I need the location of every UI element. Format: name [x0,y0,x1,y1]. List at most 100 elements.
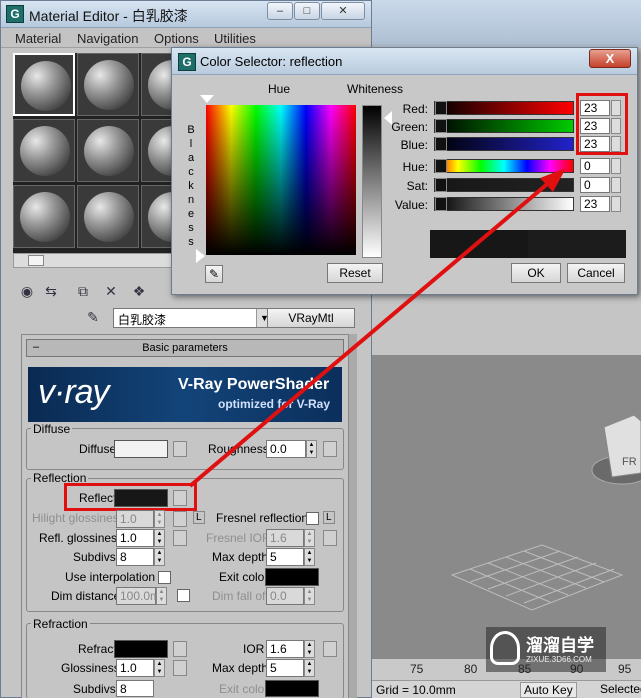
hilight-glossiness-label: Hilight glossiness [32,511,125,525]
reset-map-icon[interactable]: ✕ [101,281,121,301]
minimize-button[interactable]: – [267,2,293,20]
sat-spinner[interactable]: 0 [580,177,621,193]
fresnel-ior-map-button[interactable] [323,530,337,546]
highlight-box [64,483,197,511]
hue-slider[interactable] [434,159,574,173]
refl-gloss-map-button[interactable] [173,530,187,546]
roughness-map-button[interactable] [323,441,337,457]
refract-map-button[interactable] [173,641,187,657]
menu-navigation[interactable]: Navigation [77,31,138,46]
color-selector-titlebar[interactable]: G Color Selector: reflection X [172,48,637,75]
refract-color-swatch[interactable] [114,640,168,658]
get-material-icon[interactable]: ◉ [17,281,37,301]
diffuse-label: Diffuse [79,442,117,456]
use-interpolation-label: Use interpolation [65,570,156,584]
dim-distance-label: Dim distance [51,589,121,603]
hue-header: Hue [268,82,291,96]
value-slider[interactable] [434,197,574,211]
watermark-logo-icon [490,631,520,665]
watermark-brand: 溜溜自学 [526,636,594,655]
refl-glossiness-spinner[interactable]: 1.0 ▲ ▼ [116,529,165,547]
dim-distance-spinner[interactable]: 100.0m ▲ ▼ [116,587,167,605]
dim-distance-checkbox[interactable] [177,589,190,602]
green-slider[interactable] [434,119,574,133]
perspective-viewport[interactable]: FR [372,355,641,658]
dim-falloff-spinner[interactable]: 0.0 ▲ ▼ [266,587,315,605]
panel-scrollbar[interactable] [349,334,357,698]
basic-parameters-rollout[interactable]: – Basic parameters [26,339,344,357]
menu-utilities[interactable]: Utilities [214,31,256,46]
refraction-glossiness-spinner[interactable]: 1.0 ▲ ▼ [116,659,165,677]
selected-dropdown[interactable]: Selected [600,682,641,696]
sample-slot[interactable] [77,119,139,182]
hilight-lock-button[interactable]: L [193,511,205,524]
red-slider[interactable] [434,101,574,115]
highlight-box [576,93,628,155]
refraction-max-depth-spinner[interactable]: 5 ▲ ▼ [266,659,315,677]
refraction-gloss-map-button[interactable] [173,660,187,676]
put-to-scene-icon[interactable]: ⇆ [41,281,61,301]
pick-material-eyedropper-icon[interactable]: ✎ [83,307,103,327]
menu-material[interactable]: Material [15,31,61,46]
rollout-title: Basic parameters [142,342,228,354]
auto-key-button[interactable]: Auto Key [520,682,577,698]
view-cube[interactable]: FR [591,414,641,485]
refract-label: Refract [78,642,117,656]
ruler-tick: 80 [464,662,478,676]
fresnel-lock-button[interactable]: L [323,511,335,524]
reset-button[interactable]: Reset [327,263,383,283]
maximize-button[interactable]: □ [294,2,320,20]
diffuse-map-button[interactable] [173,441,187,457]
value-spinner[interactable]: 23 [580,196,621,212]
close-button[interactable]: X [589,49,631,68]
blackness-pointer-icon[interactable] [196,249,205,263]
ruler-tick: 95 [618,662,632,676]
eyedropper-icon[interactable]: ✎ [205,265,223,283]
hilight-map-button[interactable] [173,511,187,527]
hue-spinner[interactable]: 0 [580,158,621,174]
max-depth-spinner[interactable]: 5 ▲ ▼ [266,548,315,566]
refraction-subdivs-label: Subdivs [73,682,116,696]
copy-material-icon[interactable]: ❖ [129,281,149,301]
svg-text:FR: FR [622,456,637,468]
exit-color-swatch[interactable] [265,568,319,586]
hue-blackness-picker[interactable] [206,105,356,255]
fresnel-ior-spinner[interactable]: 1.6 ▲ ▼ [266,529,315,547]
vray-title: V-Ray PowerShader [178,376,330,393]
watermark-url: ZIXUE.3D66.COM [526,655,592,664]
diffuse-color-swatch[interactable] [114,440,168,458]
sample-slot[interactable] [77,53,139,116]
max-depth-label: Max depth [212,550,269,564]
sample-slot[interactable] [13,53,75,116]
ior-map-button[interactable] [323,641,337,657]
ok-button[interactable]: OK [511,263,561,283]
sat-label: Sat: [406,179,428,193]
app-icon: G [178,53,196,71]
fresnel-checkbox[interactable] [306,512,319,525]
material-type-button[interactable]: VRayMtl [267,308,355,328]
hilight-glossiness-spinner[interactable]: 1.0 ▲ ▼ [116,510,165,528]
subdivs-label: Subdivs [73,550,116,564]
roughness-spinner[interactable]: 0.0 ▲ ▼ [266,440,317,458]
menu-bar: Material Navigation Options Utilities [1,28,371,48]
app-icon: G [6,5,24,23]
sample-slot[interactable] [13,185,75,248]
menu-options[interactable]: Options [154,31,199,46]
assign-to-selection-icon[interactable]: ⧉ [73,281,93,301]
sample-slot[interactable] [13,119,75,182]
hue-pointer-icon[interactable] [200,95,214,103]
blue-slider[interactable] [434,137,574,151]
ior-spinner[interactable]: 1.6 ▲ ▼ [266,640,315,658]
refraction-exit-color-swatch[interactable] [265,680,319,697]
sample-slot[interactable] [77,185,139,248]
scroll-thumb[interactable] [28,255,44,266]
sat-slider[interactable] [434,178,574,192]
close-button[interactable]: ✕ [321,2,365,20]
material-name-field[interactable]: 白乳胶漆 ▼ [113,308,273,328]
refraction-subdivs-spinner[interactable]: 8 [116,680,154,697]
exit-color-label: Exit color [219,570,269,584]
use-interpolation-checkbox[interactable] [158,571,171,584]
material-editor-titlebar[interactable]: G Material Editor - 白乳胶漆 – □ ✕ [1,1,371,28]
subdivs-spinner[interactable]: 8 ▲ ▼ [116,548,165,566]
cancel-button[interactable]: Cancel [567,263,625,283]
